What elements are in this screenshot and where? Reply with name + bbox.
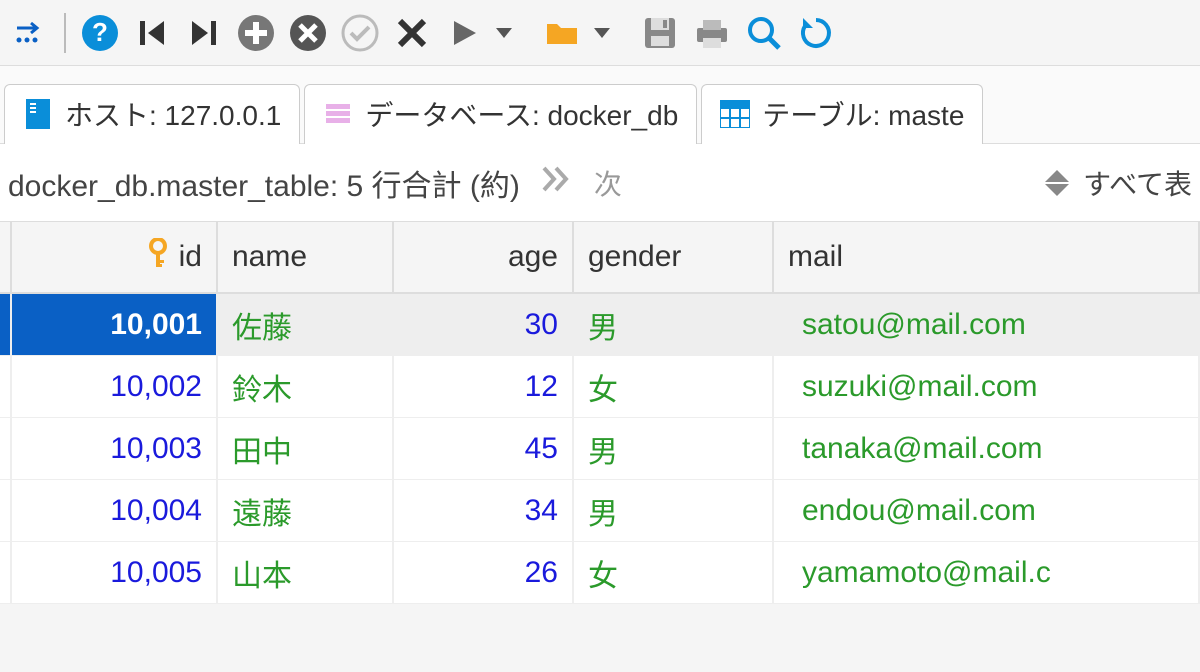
cell-gender[interactable]: 女: [574, 542, 774, 604]
add-icon[interactable]: [234, 11, 278, 55]
help-icon[interactable]: ?: [78, 11, 122, 55]
row-selector[interactable]: [0, 356, 12, 418]
tab-table-label: テーブル: maste: [762, 94, 964, 134]
data-grid: id name age gender mail 10,001 佐藤 30 男 s…: [0, 222, 1200, 604]
svg-text:?: ?: [92, 17, 108, 47]
remove-icon[interactable]: [286, 11, 330, 55]
cell-name[interactable]: 山本: [218, 542, 394, 604]
cell-age[interactable]: 12: [394, 356, 574, 418]
cell-gender[interactable]: 男: [574, 294, 774, 356]
cell-mail[interactable]: endou@mail.com: [774, 480, 1200, 542]
cancel-icon[interactable]: [390, 11, 434, 55]
cell-age[interactable]: 26: [394, 542, 574, 604]
tabs-bar: ホスト: 127.0.0.1 データベース: docker_db テーブル: m…: [0, 66, 1200, 144]
cell-mail[interactable]: satou@mail.com: [774, 294, 1200, 356]
cell-id[interactable]: 10,005: [12, 542, 218, 604]
tab-host-label: ホスト: 127.0.0.1: [65, 94, 281, 134]
tab-database-label: データベース: docker_db: [365, 94, 678, 134]
cell-mail[interactable]: tanaka@mail.com: [774, 418, 1200, 480]
cell-name[interactable]: 田中: [218, 418, 394, 480]
row-selector[interactable]: [0, 418, 12, 480]
show-all-label[interactable]: すべて表: [1083, 163, 1192, 203]
column-header-name[interactable]: name: [218, 222, 394, 294]
zoom-icon[interactable]: [742, 11, 786, 55]
row-selector[interactable]: [0, 480, 12, 542]
column-header-mail[interactable]: mail: [774, 222, 1200, 294]
table-icon: [720, 99, 750, 129]
tab-database[interactable]: データベース: docker_db: [304, 84, 697, 144]
cell-name[interactable]: 佐藤: [218, 294, 394, 356]
cell-id[interactable]: 10,003: [12, 418, 218, 480]
cell-id[interactable]: 10,001: [12, 294, 218, 356]
cell-name[interactable]: 遠藤: [218, 480, 394, 542]
database-icon: [323, 99, 353, 129]
show-all-icon[interactable]: [1045, 170, 1069, 196]
cell-gender[interactable]: 男: [574, 480, 774, 542]
next-label[interactable]: 次: [594, 163, 622, 203]
column-header-gender[interactable]: gender: [574, 222, 774, 294]
toolbar-separator: [64, 13, 66, 53]
cell-gender[interactable]: 女: [574, 356, 774, 418]
cell-id[interactable]: 10,004: [12, 480, 218, 542]
cell-mail[interactable]: suzuki@mail.com: [774, 356, 1200, 418]
save-icon[interactable]: [638, 11, 682, 55]
play-icon[interactable]: [442, 11, 486, 55]
play-dropdown-icon[interactable]: [496, 28, 512, 38]
header-stub: [0, 222, 12, 294]
tab-table[interactable]: テーブル: maste: [701, 84, 983, 144]
cell-mail[interactable]: yamamoto@mail.c: [774, 542, 1200, 604]
main-toolbar: ?: [0, 0, 1200, 66]
host-icon: [23, 99, 53, 129]
info-bar: docker_db.master_table: 5 行合計 (約) 次 すべて表: [0, 144, 1200, 222]
cell-gender[interactable]: 男: [574, 418, 774, 480]
cell-age[interactable]: 34: [394, 480, 574, 542]
tab-host[interactable]: ホスト: 127.0.0.1: [4, 84, 300, 144]
column-header-id[interactable]: id: [12, 222, 218, 294]
print-icon[interactable]: [690, 11, 734, 55]
refresh-icon[interactable]: [794, 11, 838, 55]
next-page-icon[interactable]: [534, 164, 580, 202]
primary-key-icon: [147, 238, 169, 276]
cell-age[interactable]: 45: [394, 418, 574, 480]
confirm-icon[interactable]: [338, 11, 382, 55]
cell-age[interactable]: 30: [394, 294, 574, 356]
first-icon[interactable]: [130, 11, 174, 55]
arrow-right-dotted-icon[interactable]: [8, 11, 52, 55]
row-selector[interactable]: [0, 542, 12, 604]
cell-name[interactable]: 鈴木: [218, 356, 394, 418]
folder-dropdown-icon[interactable]: [594, 28, 610, 38]
table-summary: docker_db.master_table: 5 行合計 (約): [8, 161, 520, 205]
row-selector[interactable]: [0, 294, 12, 356]
column-header-age[interactable]: age: [394, 222, 574, 294]
cell-id[interactable]: 10,002: [12, 356, 218, 418]
last-icon[interactable]: [182, 11, 226, 55]
folder-icon[interactable]: [540, 11, 584, 55]
